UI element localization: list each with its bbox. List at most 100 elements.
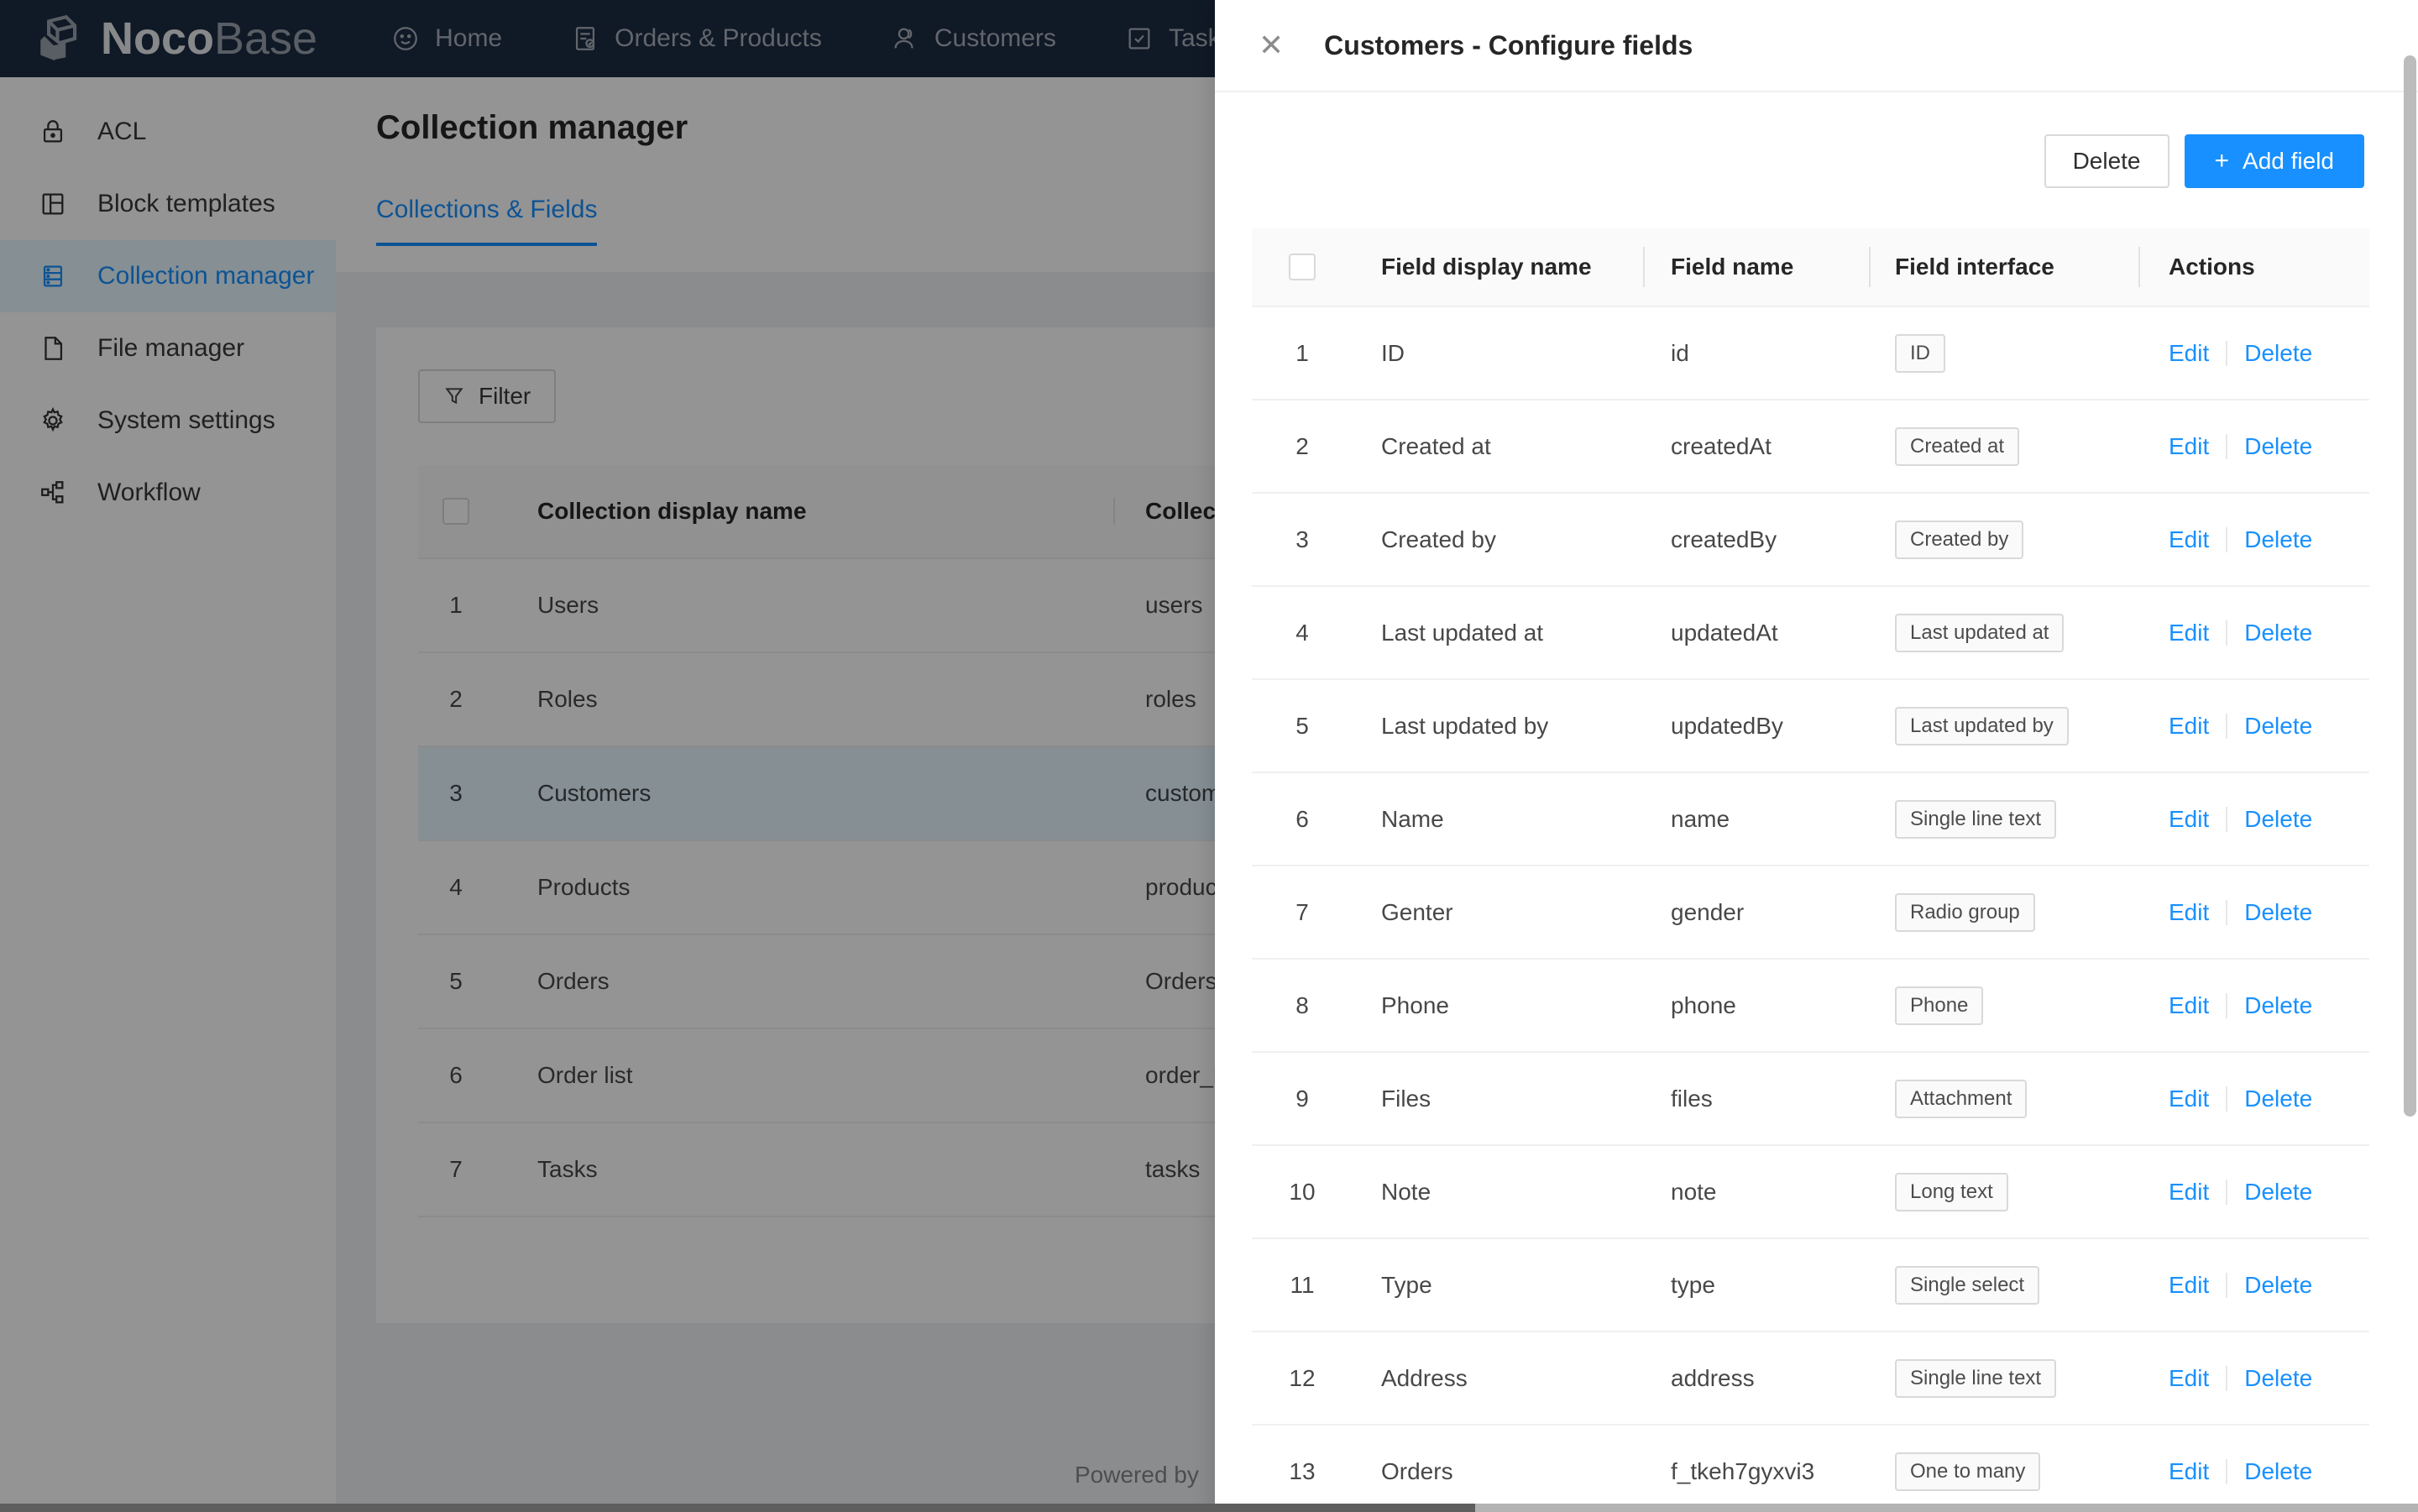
edit-link[interactable]: Edit bbox=[2169, 1458, 2209, 1485]
edit-link[interactable]: Edit bbox=[2169, 899, 2209, 926]
field-interface-tag: Attachment bbox=[1895, 1080, 2027, 1118]
fields-table: Field display name Field name Field inte… bbox=[1252, 228, 2369, 1512]
row-index: 12 bbox=[1252, 1365, 1353, 1392]
delete-link[interactable]: Delete bbox=[2244, 806, 2312, 833]
row-index: 8 bbox=[1252, 992, 1353, 1019]
field-name: name bbox=[1643, 806, 1869, 833]
close-icon[interactable]: ✕ bbox=[1259, 30, 1284, 60]
field-interface-tag: Radio group bbox=[1895, 893, 2035, 932]
delete-link[interactable]: Delete bbox=[2244, 1179, 2312, 1206]
field-interface-tag: Single select bbox=[1895, 1266, 2039, 1305]
action-divider bbox=[2226, 900, 2227, 925]
field-display-name: Last updated by bbox=[1353, 713, 1643, 740]
edit-link[interactable]: Edit bbox=[2169, 1086, 2209, 1112]
delete-link[interactable]: Delete bbox=[2244, 1086, 2312, 1112]
edit-link[interactable]: Edit bbox=[2169, 526, 2209, 553]
select-all-checkbox[interactable] bbox=[1289, 254, 1316, 280]
action-divider bbox=[2226, 993, 2227, 1018]
field-name: createdAt bbox=[1643, 433, 1869, 460]
row-index: 13 bbox=[1252, 1458, 1353, 1485]
edit-link[interactable]: Edit bbox=[2169, 620, 2209, 646]
row-index: 1 bbox=[1252, 340, 1353, 367]
delete-link[interactable]: Delete bbox=[2244, 526, 2312, 553]
field-display-name: Type bbox=[1353, 1272, 1643, 1299]
field-display-name: Phone bbox=[1353, 992, 1643, 1019]
field-interface-tag: Created by bbox=[1895, 521, 2023, 559]
field-display-name: Note bbox=[1353, 1179, 1643, 1206]
row-index: 4 bbox=[1252, 620, 1353, 646]
row-index: 2 bbox=[1252, 433, 1353, 460]
delete-link[interactable]: Delete bbox=[2244, 1272, 2312, 1299]
field-interface-tag: Single line text bbox=[1895, 800, 2056, 839]
action-divider bbox=[2226, 1273, 2227, 1298]
field-display-name: Created at bbox=[1353, 433, 1643, 460]
delete-link[interactable]: Delete bbox=[2244, 1458, 2312, 1485]
delete-link[interactable]: Delete bbox=[2244, 340, 2312, 367]
edit-link[interactable]: Edit bbox=[2169, 1179, 2209, 1206]
delete-button[interactable]: Delete bbox=[2044, 134, 2169, 188]
edit-link[interactable]: Edit bbox=[2169, 806, 2209, 833]
table-row: 6 Name name Single line text Edit Delete bbox=[1252, 773, 2369, 866]
delete-link[interactable]: Delete bbox=[2244, 713, 2312, 740]
vertical-scrollbar-thumb[interactable] bbox=[2404, 55, 2416, 1117]
horizontal-scrollbar[interactable] bbox=[0, 1504, 2418, 1512]
field-name: files bbox=[1643, 1086, 1869, 1112]
row-index: 6 bbox=[1252, 806, 1353, 833]
action-divider bbox=[2226, 434, 2227, 459]
row-index: 9 bbox=[1252, 1086, 1353, 1112]
column-header-field-display-name: Field display name bbox=[1353, 254, 1643, 280]
delete-link[interactable]: Delete bbox=[2244, 620, 2312, 646]
field-display-name: ID bbox=[1353, 340, 1643, 367]
action-divider bbox=[2226, 1180, 2227, 1205]
drawer-toolbar: Delete + Add field bbox=[1252, 134, 2364, 188]
edit-link[interactable]: Edit bbox=[2169, 1365, 2209, 1392]
table-row: 11 Type type Single select EditDelete bbox=[1252, 1239, 2369, 1332]
field-name: updatedBy bbox=[1643, 713, 1869, 740]
field-interface-tag: Long text bbox=[1895, 1173, 2008, 1211]
drawer-body: Delete + Add field Field display name Fi… bbox=[1215, 94, 2418, 1512]
field-display-name: Genter bbox=[1353, 899, 1643, 926]
table-row: 10 Note note Long text EditDelete bbox=[1252, 1146, 2369, 1239]
table-row: 1 ID id ID Edit Delete bbox=[1252, 307, 2369, 400]
edit-link[interactable]: Edit bbox=[2169, 992, 2209, 1019]
edit-link[interactable]: Edit bbox=[2169, 433, 2209, 460]
drawer-header: ✕ Customers - Configure fields bbox=[1215, 0, 2418, 92]
drawer-title: Customers - Configure fields bbox=[1324, 30, 1693, 61]
row-index: 7 bbox=[1252, 899, 1353, 926]
field-name: gender bbox=[1643, 899, 1869, 926]
edit-link[interactable]: Edit bbox=[2169, 1272, 2209, 1299]
table-row: 8 Phone phone Phone EditDelete bbox=[1252, 960, 2369, 1053]
field-name: id bbox=[1643, 340, 1869, 367]
horizontal-scrollbar-thumb[interactable] bbox=[0, 1504, 1475, 1512]
field-name: address bbox=[1643, 1365, 1869, 1392]
field-name: createdBy bbox=[1643, 526, 1869, 553]
add-field-label: Add field bbox=[2243, 148, 2334, 175]
field-interface-tag: Phone bbox=[1895, 986, 1983, 1025]
action-divider bbox=[2226, 620, 2227, 646]
row-index: 11 bbox=[1252, 1272, 1353, 1299]
field-name: note bbox=[1643, 1179, 1869, 1206]
add-field-button[interactable]: + Add field bbox=[2185, 134, 2365, 188]
field-interface-tag: Last updated by bbox=[1895, 707, 2069, 746]
action-divider bbox=[2226, 1086, 2227, 1112]
delete-link[interactable]: Delete bbox=[2244, 992, 2312, 1019]
field-display-name: Name bbox=[1353, 806, 1643, 833]
delete-link[interactable]: Delete bbox=[2244, 1365, 2312, 1392]
action-divider bbox=[2226, 1366, 2227, 1391]
delete-link[interactable]: Delete bbox=[2244, 433, 2312, 460]
column-header-actions: Actions bbox=[2138, 254, 2369, 280]
action-divider bbox=[2226, 714, 2227, 739]
row-index: 3 bbox=[1252, 526, 1353, 553]
field-display-name: Created by bbox=[1353, 526, 1643, 553]
action-divider bbox=[2226, 527, 2227, 552]
table-row: 2 Created at createdAt Created at EditDe… bbox=[1252, 400, 2369, 494]
action-divider bbox=[2226, 1459, 2227, 1484]
table-row: 4 Last updated at updatedAt Last updated… bbox=[1252, 587, 2369, 680]
delete-link[interactable]: Delete bbox=[2244, 899, 2312, 926]
edit-link[interactable]: Edit bbox=[2169, 713, 2209, 740]
field-interface-tag: ID bbox=[1895, 334, 1945, 373]
field-interface-tag: Single line text bbox=[1895, 1359, 2056, 1398]
field-display-name: Last updated at bbox=[1353, 620, 1643, 646]
edit-link[interactable]: Edit bbox=[2169, 340, 2209, 367]
table-row: 9 Files files Attachment EditDelete bbox=[1252, 1053, 2369, 1146]
